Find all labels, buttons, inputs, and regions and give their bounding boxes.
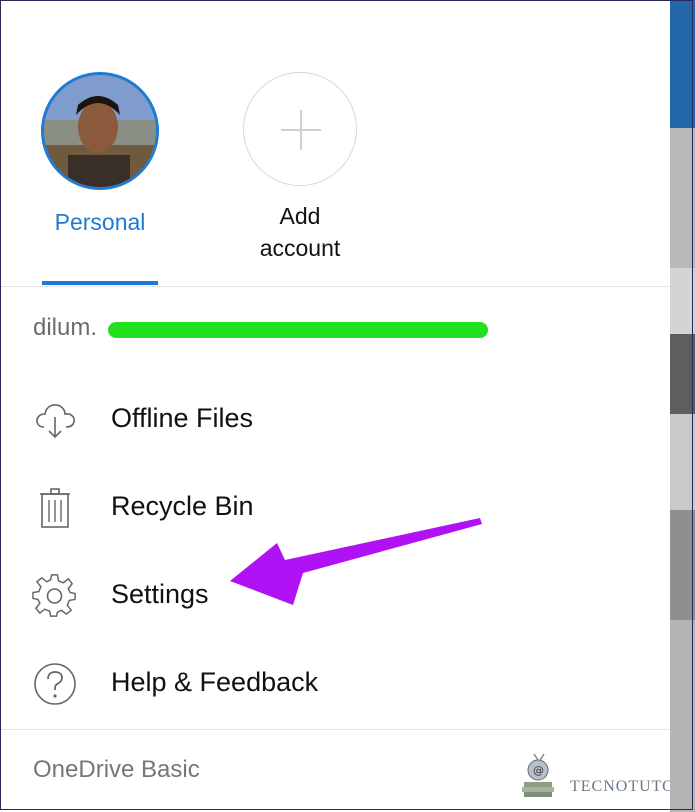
- cloud-download-icon: [36, 404, 75, 439]
- watermark-logo-icon: @: [522, 753, 554, 797]
- watermark-text: TECNOTUTO: [570, 778, 675, 795]
- account-label-personal: Personal: [54, 209, 146, 235]
- account-email: dilum.: [33, 314, 98, 341]
- account-drawer: Personal Add account dilum. Offline File…: [0, 0, 674, 812]
- background-content: [670, 0, 695, 812]
- trash-icon: [40, 488, 70, 528]
- svg-text:@: @: [533, 764, 544, 777]
- add-avatar-circle: [243, 72, 357, 186]
- gear-icon: [32, 574, 76, 617]
- watermark: @ TECNOTUTO: [516, 752, 674, 804]
- annotation-arrow: [230, 518, 482, 605]
- divider: [0, 286, 670, 287]
- menu-label: Help & Feedback: [111, 667, 319, 697]
- divider: [0, 729, 670, 730]
- plan-label: OneDrive Basic: [33, 756, 200, 783]
- menu-label: Settings: [111, 579, 209, 609]
- account-personal[interactable]: Personal: [41, 72, 159, 238]
- add-account-button[interactable]: Add account: [241, 72, 359, 264]
- add-account-label: Add account: [259, 203, 341, 261]
- menu-item-help-feedback[interactable]: Help & Feedback: [0, 653, 670, 713]
- menu-item-offline-files[interactable]: Offline Files: [0, 389, 670, 449]
- help-circle-icon: [34, 663, 76, 705]
- redaction-bar: [108, 322, 488, 338]
- avatar: [41, 72, 159, 190]
- menu-label: Offline Files: [111, 403, 254, 433]
- active-account-indicator: [42, 281, 158, 285]
